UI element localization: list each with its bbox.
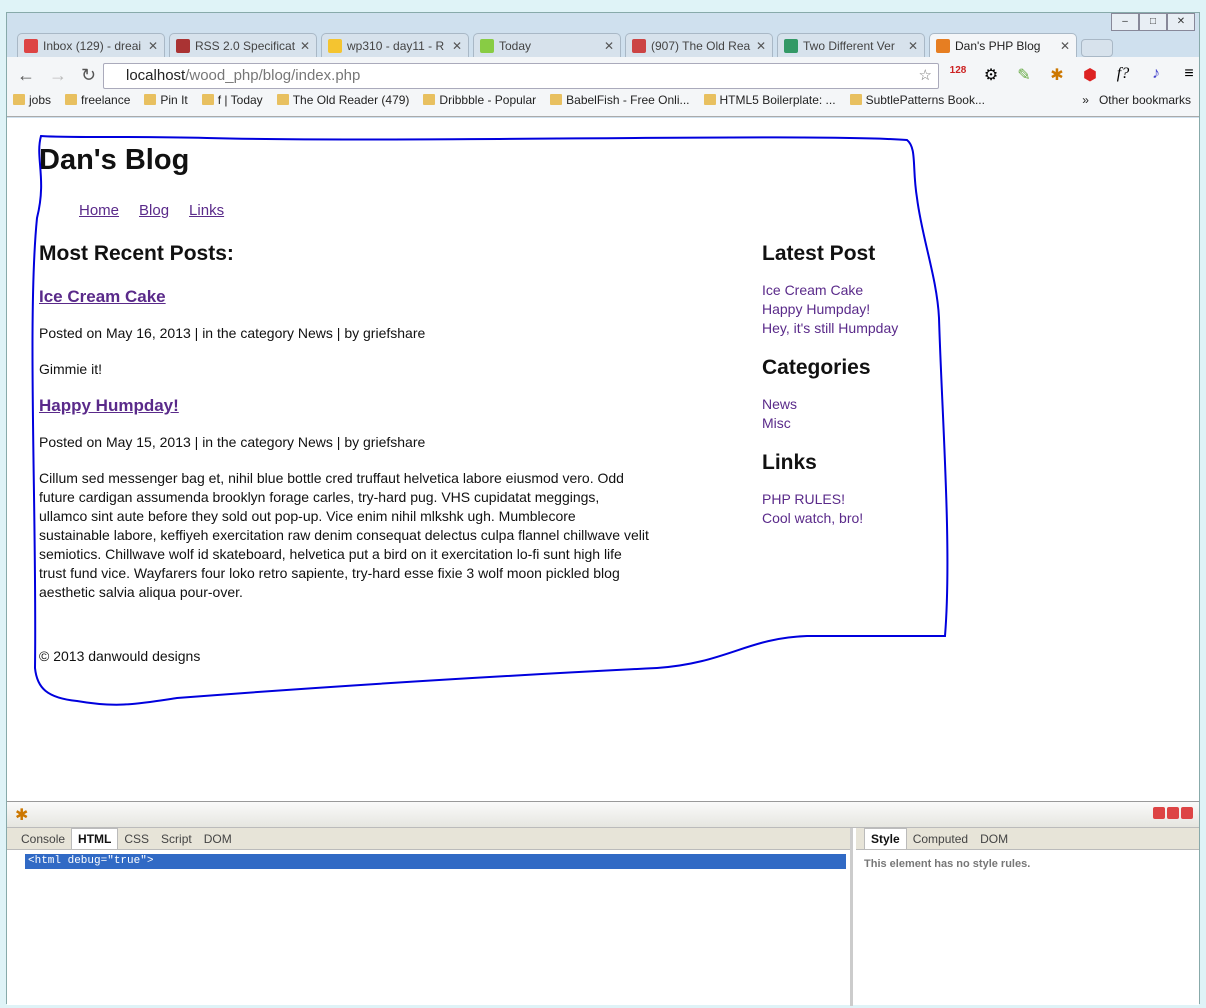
firebug-icon[interactable]: ✱	[1046, 65, 1068, 85]
close-tab-icon[interactable]: ✕	[756, 39, 766, 53]
sidebar-link[interactable]: PHP RULES!	[762, 490, 898, 509]
font-icon[interactable]: f?	[1112, 65, 1134, 85]
sidebar-link[interactable]: Ice Cream Cake	[762, 281, 898, 300]
post-title-link[interactable]: Happy Humpday!	[39, 396, 179, 415]
post-meta: Posted on May 16, 2013 | in the category…	[39, 325, 426, 341]
minimize-button[interactable]: –	[1111, 13, 1139, 31]
bookmark-item[interactable]: HTML5 Boilerplate: ...	[704, 93, 836, 107]
tab[interactable]: Dan's PHP Blog ✕	[929, 33, 1077, 57]
main-content: Most Recent Posts: Ice Cream Cake Posted…	[39, 242, 649, 619]
window-controls: – □ ✕	[1111, 13, 1195, 31]
bookmark-item[interactable]: The Old Reader (479)	[277, 93, 410, 107]
gmail-icon[interactable]: 128	[947, 65, 969, 85]
extensions: 128 ⚙ ✎ ✱ ⬢ f? ♪ ≡	[947, 65, 1200, 85]
address-bar[interactable]: localhost/wood_php/blog/index.php ☆	[103, 63, 939, 89]
bookmark-item[interactable]: f | Today	[202, 93, 263, 107]
bookmark-item[interactable]: freelance	[65, 93, 130, 107]
url-path: /wood_php/blog/index.php	[185, 67, 361, 84]
url-host: localhost	[126, 67, 186, 84]
devtools-tab[interactable]: CSS	[118, 829, 155, 849]
tab-strip: Inbox (129) - dreai ✕ RSS 2.0 Specificati ✕…	[17, 33, 1113, 57]
music-icon[interactable]: ♪	[1145, 65, 1167, 85]
tab[interactable]: RSS 2.0 Specificati ✕	[169, 33, 317, 57]
devtools-tab[interactable]: DOM	[198, 829, 238, 849]
sidebar-link[interactable]: News	[762, 395, 898, 414]
footer: © 2013 danwould designs	[39, 648, 201, 664]
tab[interactable]: wp310 - day11 - R ✕	[321, 33, 469, 57]
close-tab-icon[interactable]: ✕	[300, 39, 310, 53]
favicon-icon	[936, 38, 950, 53]
sidebar-heading: Links	[762, 451, 817, 474]
bookmark-star-icon[interactable]: ☆	[919, 64, 932, 88]
gear-icon[interactable]: ⚙	[980, 65, 1002, 85]
browser-window: – □ ✕ Inbox (129) - dreai ✕ RSS 2.0 Specif…	[6, 12, 1200, 1006]
maximize-button[interactable]: □	[1139, 13, 1167, 31]
post-body: Gimmie it!	[39, 361, 102, 377]
close-button[interactable]: ✕	[1167, 13, 1195, 31]
post-meta: Posted on May 15, 2013 | in the category…	[39, 434, 426, 450]
devtools-close-button[interactable]	[1181, 807, 1193, 819]
firebug-panel: ✱ Console HTML CSS Script DOM <html debug="t…	[7, 801, 1199, 1006]
sidebar-link[interactable]: Hey, it's still Humpday	[762, 319, 898, 338]
devtools-tab[interactable]: Console	[15, 829, 71, 849]
bookmark-item[interactable]: BabelFish - Free Onli...	[550, 93, 689, 107]
sidebar-link[interactable]: Cool watch, bro!	[762, 509, 898, 528]
sidebar-link[interactable]: Misc	[762, 414, 898, 433]
sidebar: Latest Post Ice Cream Cake Happy Humpday! H…	[762, 242, 898, 548]
close-tab-icon[interactable]: ✕	[908, 39, 918, 53]
close-tab-icon[interactable]: ✕	[604, 39, 614, 53]
style-message: This element has no style rules.	[864, 858, 1031, 870]
post-title-link[interactable]: Ice Cream Cake	[39, 287, 166, 306]
post-body: Cillum sed messenger bag et, nihil blue …	[39, 470, 649, 600]
toolbar: ← → ↻ localhost/wood_php/blog/index.php ☆…	[7, 57, 1199, 117]
html-node[interactable]: <html debug="true">	[25, 854, 846, 869]
style-tab[interactable]: Style	[864, 828, 907, 849]
firebug-inspect-icon[interactable]: ✱	[15, 805, 28, 825]
favicon-icon	[632, 38, 646, 53]
devtools-tabs: Console HTML CSS Script DOM	[7, 828, 850, 850]
close-tab-icon[interactable]: ✕	[148, 39, 158, 53]
forward-icon[interactable]: →	[49, 65, 67, 86]
devtools-tab[interactable]: HTML	[71, 828, 119, 849]
close-tab-icon[interactable]: ✕	[452, 39, 462, 53]
bookmark-item[interactable]: SubtlePatterns Book...	[850, 93, 985, 107]
menu-icon[interactable]: ≡	[1178, 65, 1200, 85]
favicon-icon	[784, 38, 798, 53]
devtools-detach-button[interactable]	[1167, 807, 1179, 819]
other-bookmarks[interactable]: » Other bookmarks	[1082, 93, 1191, 107]
reload-icon[interactable]: ↻	[81, 65, 96, 86]
bookmark-item[interactable]: Pin It	[144, 93, 187, 107]
favicon-icon	[24, 38, 38, 53]
tab[interactable]: Today ✕	[473, 33, 621, 57]
close-tab-icon[interactable]: ✕	[1060, 39, 1070, 53]
favicon-icon	[328, 38, 342, 53]
favicon-icon	[176, 38, 190, 53]
sidebar-link[interactable]: Happy Humpday!	[762, 300, 898, 319]
tab[interactable]: Inbox (129) - dreai ✕	[17, 33, 165, 57]
tab[interactable]: (907) The Old Rea ✕	[625, 33, 773, 57]
new-tab-button[interactable]	[1081, 39, 1113, 57]
nav-links[interactable]: Links	[189, 202, 224, 219]
bookmarks-bar: jobs freelance Pin It f | Today The Old Read…	[13, 93, 985, 107]
style-tabs: Style Computed DOM	[856, 828, 1199, 850]
site-title: Dan's Blog	[39, 144, 190, 176]
tab[interactable]: Two Different Ver ✕	[777, 33, 925, 57]
style-tab[interactable]: DOM	[974, 829, 1014, 849]
adblock-icon[interactable]: ⬢	[1079, 65, 1101, 85]
nav-home[interactable]: Home	[79, 202, 119, 219]
bookmark-item[interactable]: Dribbble - Popular	[423, 93, 536, 107]
eyedropper-icon[interactable]: ✎	[1013, 65, 1035, 85]
sidebar-heading: Categories	[762, 356, 871, 379]
back-icon[interactable]: ←	[17, 65, 35, 86]
recent-posts-heading: Most Recent Posts:	[39, 242, 234, 265]
bookmark-item[interactable]: jobs	[13, 93, 51, 107]
favicon-icon	[480, 38, 494, 53]
devtools-tab[interactable]: Script	[155, 829, 198, 849]
devtools-minimize-button[interactable]	[1153, 807, 1165, 819]
sidebar-heading: Latest Post	[762, 242, 876, 265]
style-tab[interactable]: Computed	[907, 829, 974, 849]
nav-blog[interactable]: Blog	[139, 202, 169, 219]
web-page: Dan's Blog Home Blog Links Most Recent P…	[7, 118, 1199, 801]
